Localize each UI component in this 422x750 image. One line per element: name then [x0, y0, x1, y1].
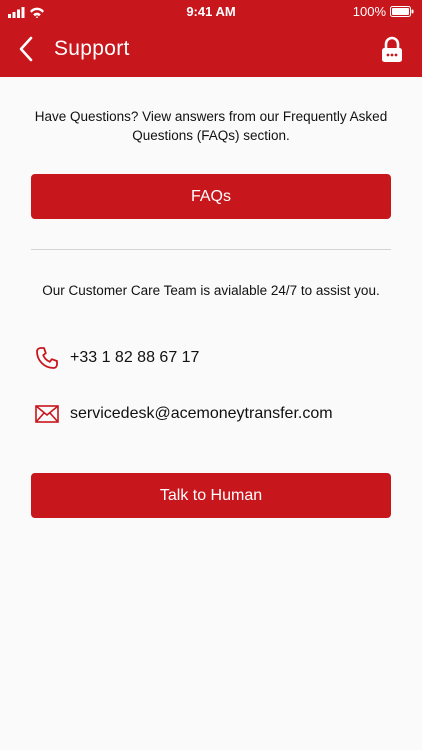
top-bar: 9:41 AM 100% Support — [0, 0, 422, 77]
battery-icon — [390, 6, 414, 17]
phone-number: +33 1 82 88 67 17 — [70, 349, 200, 366]
faq-description: Have Questions? View answers from our Fr… — [34, 109, 388, 143]
phone-contact[interactable]: +33 1 82 88 67 17 — [34, 343, 199, 373]
email-contact[interactable]: servicedesk@acemoneytransfer.com — [34, 399, 333, 429]
care-description: Our Customer Care Team is avialable 24/7… — [42, 283, 380, 298]
envelope-icon — [35, 405, 59, 423]
battery-percent: 100% — [352, 4, 386, 19]
section-divider — [31, 249, 391, 250]
nav-bar: Support — [0, 22, 422, 77]
support-content: Have Questions? View answers from our Fr… — [0, 77, 422, 750]
lock-icon[interactable] — [380, 36, 404, 64]
faqs-button[interactable]: FAQs — [31, 174, 391, 219]
status-bar: 9:41 AM 100% — [0, 0, 422, 22]
email-address: servicedesk@acemoneytransfer.com — [70, 405, 333, 422]
phone-icon — [36, 347, 58, 369]
chevron-left-icon[interactable] — [14, 34, 40, 64]
page-title: Support — [54, 37, 130, 60]
talk-to-human-button[interactable]: Talk to Human — [31, 473, 391, 518]
